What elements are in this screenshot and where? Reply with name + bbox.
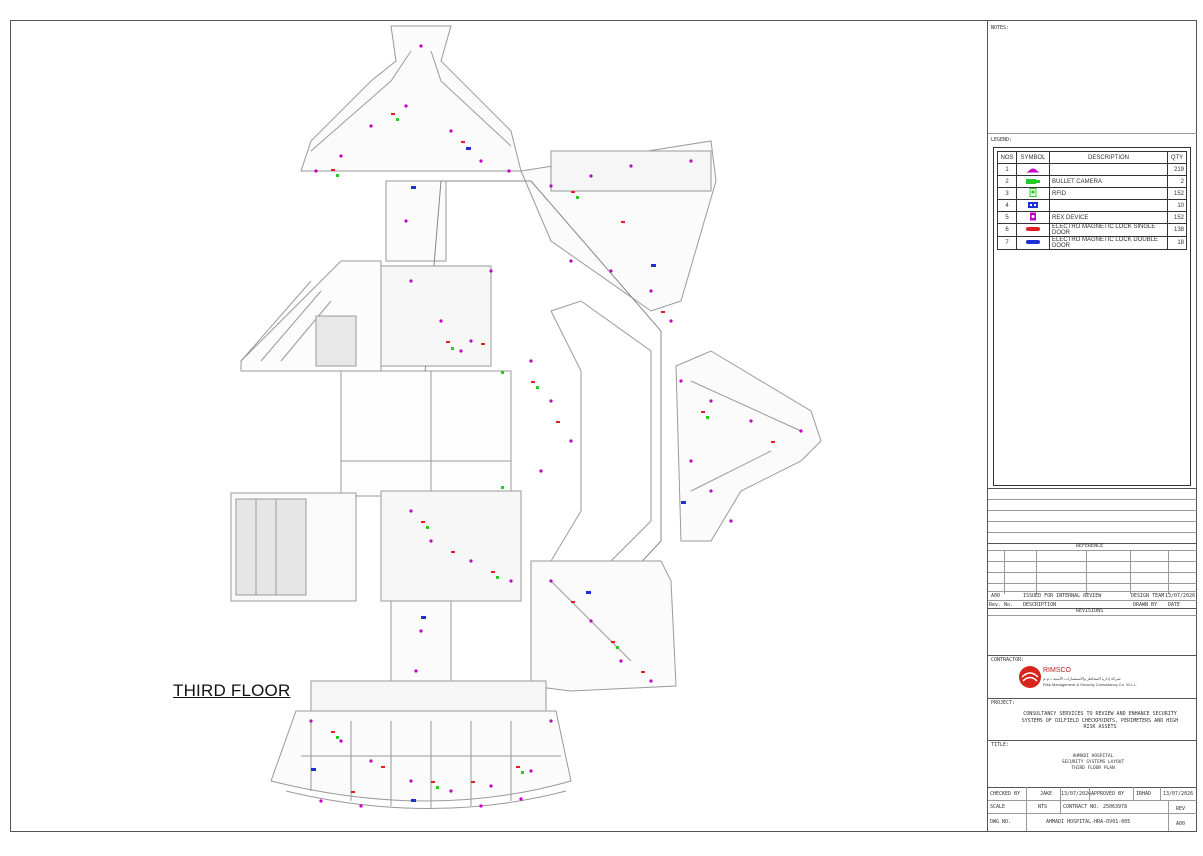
legend-desc bbox=[1049, 199, 1168, 212]
project-label: PROJECT: bbox=[991, 700, 1016, 706]
maglock-single-icon bbox=[1016, 223, 1050, 237]
checked-date: 13/07/2026 bbox=[1061, 791, 1092, 797]
legend-no: 6 bbox=[997, 223, 1017, 237]
legend-header-nos: NOS bbox=[997, 151, 1017, 164]
revision-date: 13/07/2026 bbox=[1165, 593, 1196, 599]
legend-table: NOS SYMBOL DESCRIPTION QTY 1 219 2 BULLE… bbox=[997, 151, 1187, 250]
legend-row: 2 BULLET CAMERA 2 bbox=[997, 175, 1187, 188]
title-block: NOTES: LEGEND: NOS SYMBOL DESCRIPTION QT… bbox=[987, 21, 1197, 831]
legend-no: 4 bbox=[997, 199, 1017, 212]
floor-plan-drawing bbox=[230, 25, 822, 809]
legend-label: LEGEND: bbox=[991, 137, 1013, 143]
legend-desc: REX DEVICE bbox=[1049, 211, 1168, 224]
notes-label: NOTES: bbox=[991, 25, 1010, 31]
rfid-icon bbox=[1016, 187, 1050, 200]
bullet-camera-icon bbox=[1016, 175, 1050, 188]
legend-qty: 152 bbox=[1167, 187, 1187, 200]
legend-desc: ELECTRO MAGNETIC LOCK DOUBLE DOOR bbox=[1049, 236, 1168, 250]
legend-no: 2 bbox=[997, 175, 1017, 188]
legend-header-description: DESCRIPTION bbox=[1049, 151, 1168, 164]
contract-no: 25063978 bbox=[1103, 804, 1128, 810]
legend-row: 7 ELECTRO MAGNETIC LOCK DOUBLE DOOR 18 bbox=[997, 236, 1187, 250]
contractor-name: RIMSCO bbox=[1043, 667, 1071, 674]
legend-row: 4 10 bbox=[997, 199, 1187, 212]
rev-label: REV bbox=[1176, 806, 1186, 812]
legend-qty: 152 bbox=[1167, 211, 1187, 224]
revision-description: ISSUED FOR INTERNAL REVIEW bbox=[1023, 593, 1102, 599]
contract-label: CONTRACT NO. bbox=[1063, 804, 1100, 810]
approved-by: IRHAD bbox=[1136, 791, 1152, 797]
legend-qty: 10 bbox=[1167, 199, 1187, 212]
legend-desc bbox=[1049, 163, 1168, 176]
title-lines: AHMADI HOSPITAL SECURITY SYSTEMS LAYOUT … bbox=[1018, 754, 1168, 772]
rex-device-icon bbox=[1016, 211, 1050, 224]
legend-box: NOS SYMBOL DESCRIPTION QTY 1 219 2 BULLE… bbox=[993, 147, 1191, 486]
blue-device-icon bbox=[1016, 199, 1050, 212]
scale-label: SCALE bbox=[990, 804, 1006, 810]
legend-row: 1 219 bbox=[997, 163, 1187, 176]
rev-value: A00 bbox=[1176, 821, 1186, 827]
title-label: TITLE: bbox=[991, 742, 1010, 748]
legend-qty: 219 bbox=[1167, 163, 1187, 176]
dwg-no: AHMADI HOSPITAL-HRA-DV01-005 bbox=[1046, 819, 1131, 825]
contractor-logo-icon bbox=[1018, 665, 1042, 689]
legend-desc: RFID bbox=[1049, 187, 1168, 200]
contractor-arabic: شركة إدارة المخاطر والاستشارات الأمنية ذ… bbox=[1043, 676, 1121, 681]
revision-drawn-by: DESIGN TEAM bbox=[1131, 593, 1165, 599]
legend-no: 1 bbox=[997, 163, 1017, 176]
revision-rev: A00 bbox=[991, 593, 1001, 599]
legend-desc: ELECTRO MAGNETIC LOCK SINGLE DOOR bbox=[1049, 223, 1168, 237]
maglock-double-icon bbox=[1016, 236, 1050, 250]
floor-plan: THIRD FLOOR bbox=[11, 21, 987, 831]
legend-qty: 138 bbox=[1167, 223, 1187, 237]
project-text: CONSULTANCY SERVICES TO REVIEW AND ENHAN… bbox=[1021, 711, 1179, 730]
dwg-label: DWG NO. bbox=[990, 819, 1012, 825]
scale-value: NTS bbox=[1038, 804, 1048, 810]
checked-by-label: CHECKED BY bbox=[990, 791, 1021, 797]
legend-row: 3 RFID 152 bbox=[997, 187, 1187, 200]
approved-by-label: APPROVED BY bbox=[1091, 791, 1125, 797]
legend-no: 3 bbox=[997, 187, 1017, 200]
reference-label: REFERENCE bbox=[1076, 543, 1104, 549]
dome-camera-icon bbox=[1016, 163, 1050, 176]
approved-date: 13/07/2026 bbox=[1163, 791, 1194, 797]
legend-qty: 2 bbox=[1167, 175, 1187, 188]
contractor-sub: Risk Management & Security Consultancy C… bbox=[1043, 682, 1138, 687]
legend-qty: 18 bbox=[1167, 236, 1187, 250]
revisions-label: REVISIONS bbox=[1076, 608, 1104, 614]
legend-row: 6 ELECTRO MAGNETIC LOCK SINGLE DOOR 138 bbox=[997, 223, 1187, 237]
drawing-sheet: THIRD FLOOR NOTES: LEGEND: NOS SYMBOL DE… bbox=[10, 20, 1197, 832]
legend-header-symbol: SYMBOL bbox=[1016, 151, 1050, 164]
legend-no: 7 bbox=[997, 236, 1017, 250]
legend-row: 5 REX DEVICE 152 bbox=[997, 211, 1187, 224]
legend-desc: BULLET CAMERA bbox=[1049, 175, 1168, 188]
legend-no: 5 bbox=[997, 211, 1017, 224]
checked-by: JAKE bbox=[1040, 791, 1053, 797]
legend-header-qty: QTY bbox=[1167, 151, 1187, 164]
title-line-3: THIRD FLOOR PLAN bbox=[1071, 766, 1115, 771]
floor-label: THIRD FLOOR bbox=[173, 681, 291, 700]
contractor-label: CONTRACTOR: bbox=[991, 657, 1025, 663]
